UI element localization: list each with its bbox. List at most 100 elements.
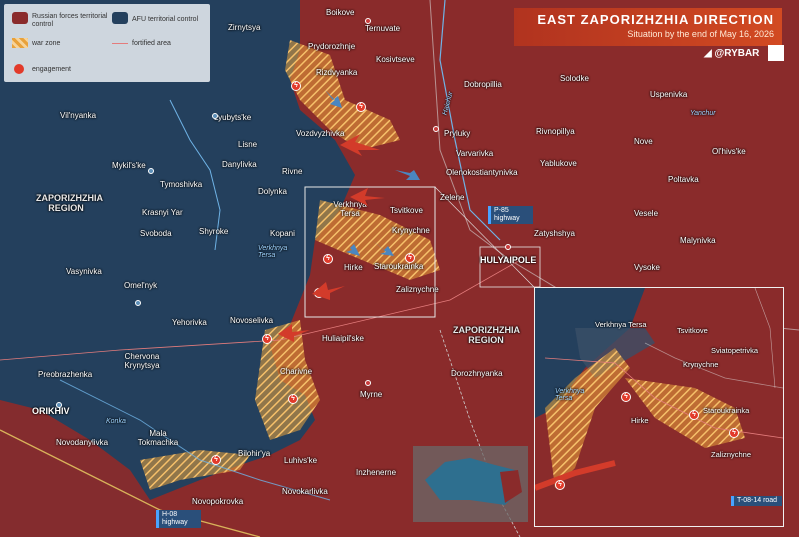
region-label-west: ZAPORIZHZHIA REGION [36,193,103,213]
flash-circle-icon[interactable]: ϟ [405,253,415,263]
settlement-marker[interactable] [365,380,371,386]
settlement-marker[interactable] [433,126,439,132]
legend-warzone: war zone [32,40,61,47]
telegram-icon: ◢ [704,48,715,59]
flash-circle-icon[interactable]: ϟ [291,81,301,91]
settlement-label: Inzhenerne [356,468,397,477]
settlement-label: Shyroke [199,227,229,236]
highway-t0814: T-08-14 road [731,496,782,506]
river-verkhnya-tersa-inset: Verkhnya Tersa [555,388,585,402]
settlement-marker[interactable] [135,300,141,306]
settlement-label: Zirnytsya [228,23,261,32]
settlement-marker[interactable] [365,18,371,24]
settlement-label: Tsvitkove [390,206,423,215]
flash-circle-icon[interactable]: ϟ [356,102,366,112]
settlement-label: Myrne [360,390,383,399]
settlement-label: Kopani [270,229,295,238]
blue-hexagon-icon [112,12,128,24]
settlement-label: Luhivs'ke [284,456,318,465]
inset-settlement-label: Verkhnya Tersa [595,320,647,329]
settlement-label: Danylivka [222,160,257,169]
settlement-label: Novokarlivka [282,487,328,496]
flash-circle-icon[interactable]: ϟ [314,288,324,298]
settlement-label: Vesele [634,209,659,218]
brand-handle[interactable]: ◢ @RYBAR [704,48,759,59]
inset-map[interactable]: Verkhnya Tersa Tsvitkove Sviatopetrivka … [534,287,784,527]
settlement-label: Zelene [440,193,465,202]
flash-circle-icon[interactable]: ϟ [211,455,221,465]
settlement-label: Vil'nyanka [60,111,97,120]
settlement-label: Krynychne [392,226,430,235]
settlement-label: Vozdvyzhivka [296,129,345,138]
flash-circle-icon[interactable]: ϟ [262,334,272,344]
settlement-marker[interactable] [148,168,154,174]
flash-circle-icon[interactable]: ϟ [689,410,699,420]
qr-code-icon [768,45,784,61]
settlement-label-hulyaipole: HULYAIPOLE [480,255,537,265]
settlement-label: Novopokrovka [192,497,244,506]
settlement-label: Staroukrainka [374,262,424,271]
settlement-marker[interactable] [56,402,62,408]
settlement-label: Chervona Krynytsya [124,352,160,370]
settlement-label: Ol'hivs'ke [712,147,746,156]
settlement-label: Lyubyts'ke [214,113,252,122]
settlement-label: Olenokostiantynivka [446,168,518,177]
flash-circle-icon[interactable]: ϟ [621,392,631,402]
legend: Russian forces territorial control AFU t… [4,4,210,82]
inset-settlement-label: Zaliznychne [711,450,752,459]
inset-settlement-label: Krynychne [683,360,719,369]
inset-settlement-label: Staroukrainka [703,406,750,415]
inset-settlement-label: Tsvitkove [677,326,708,335]
settlement-label: Mala Tokmachka [137,429,179,447]
legend-engagement: engagement [32,66,71,73]
settlement-label: Mykil's'ke [112,161,146,170]
settlement-label: Zatyshshya [534,229,575,238]
river-konka-1: Konka [106,418,126,425]
settlement-label: Vysoke [634,263,660,272]
map-subtitle: Situation by the end of May 16, 2026 [627,29,774,39]
settlement-label: Huliaipil'ske [322,334,364,343]
legend-fortified: fortified area [132,40,171,47]
flash-circle-icon[interactable]: ϟ [555,480,565,490]
settlement-label: Charivne [280,367,313,376]
settlement-label: Poltavka [668,175,699,184]
settlement-label: Novodanylivka [56,438,109,447]
map[interactable]: EAST ZAPORIZHZHIA DIRECTION Situation by… [0,0,799,537]
settlement-label: Krasnyi Yar [142,208,183,217]
settlement-label: Lisne [238,140,258,149]
flash-circle-icon[interactable]: ϟ [323,254,333,264]
settlement-label: Rizdvyanka [316,68,358,77]
settlement-marker[interactable] [212,113,218,119]
red-hexagon-icon [12,12,28,24]
settlement-label: Dorozhnyanka [451,369,503,378]
settlement-marker[interactable] [505,244,511,250]
river-yanchur: Yanchur [690,110,716,117]
highway-p85: P-85 highway [488,206,533,224]
region-label-east: ZAPORIZHZHIA REGION [453,325,520,345]
settlement-label: Nove [634,137,653,146]
legend-afu: AFU territorial control [132,16,199,23]
settlement-label: Bilohir'ya [238,449,271,458]
fortified-line-icon [112,43,128,44]
brand-label: @RYBAR [714,48,760,59]
flash-circle-icon[interactable]: ϟ [729,428,739,438]
inset-settlement-label: Sviatopetrivka [711,346,759,355]
settlement-label: Varvarivka [456,149,494,158]
title-banner: EAST ZAPORIZHZHIA DIRECTION Situation by… [514,8,782,46]
settlement-label: Yablukove [540,159,577,168]
river-verkhnya-tersa: Verkhnya Tersa [258,245,288,259]
settlement-label: Svoboda [140,229,172,238]
flash-circle-icon[interactable]: ϟ [288,394,298,404]
settlement-label: Novoselivka [230,316,274,325]
settlement-label: Rivnopillya [536,127,575,136]
inset-settlement-label: Hirke [631,416,649,425]
settlement-label: Ternuvate [365,24,401,33]
settlement-label: Pryluky [444,129,471,138]
settlement-label: Preobrazhenka [38,370,93,379]
settlement-label: Prydorozhnje [308,42,356,51]
highway-h08: H-08 highway [156,510,201,528]
flash-circle-icon [14,64,24,74]
settlement-label: Omel'nyk [124,281,158,290]
settlement-label: Kosivtseve [376,55,415,64]
settlement-label: Dolynka [258,187,287,196]
